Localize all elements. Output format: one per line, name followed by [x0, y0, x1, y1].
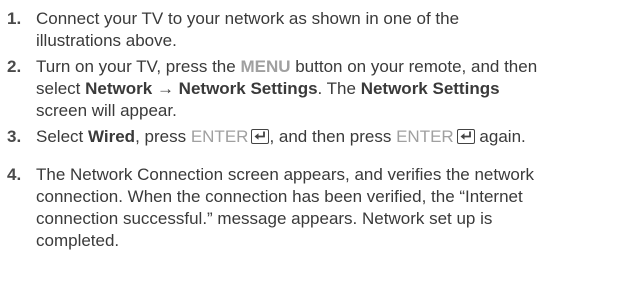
menu-network-settings-label: Network Settings [178, 79, 318, 98]
step-line: Connect your TV to your network as shown… [36, 9, 460, 28]
enter-return-icon [251, 129, 270, 144]
step-text: The Network Connection screen appears, a… [36, 164, 628, 252]
step-line: completed. [36, 231, 120, 250]
step-line: screen will appear. [36, 101, 177, 120]
menu-network-label: Network [85, 79, 153, 98]
step-text: Connect your TV to your network as shown… [36, 8, 628, 52]
menu-button-label: MENU [240, 57, 291, 76]
step-line: connection. When the connection has been… [36, 187, 523, 206]
text-run: , press [135, 127, 191, 146]
step-line: connection successful.” message appears.… [36, 209, 493, 228]
instructions-page: 1. Connect your TV to your network as sh… [0, 0, 630, 282]
enter-return-icon [456, 129, 475, 144]
menu-network-settings-label: Network Settings [360, 79, 500, 98]
text-run: button on your remote, and then [290, 57, 538, 76]
enter-button-label: ENTER [396, 127, 454, 146]
step-line: select Network → Network Settings. The N… [36, 78, 628, 100]
wired-option-label: Wired [87, 127, 136, 146]
step-text: Select Wired, press ENTER, and then pres… [36, 126, 628, 148]
text-run: select [36, 79, 86, 98]
text-run: . The [317, 79, 361, 98]
text-run: , and then press [269, 127, 397, 146]
text-run: again. [474, 127, 526, 146]
enter-button-label: ENTER [190, 127, 249, 146]
step-line: Turn on your TV, press the MENU button o… [36, 56, 628, 78]
arrow-text: → [152, 79, 179, 98]
step-line: illustrations above. [36, 31, 177, 50]
step-line: Select Wired, press ENTER, and then pres… [36, 126, 628, 148]
text-run: Select [36, 127, 88, 146]
step-text: Turn on your TV, press the MENU button o… [36, 56, 628, 122]
step-line: The Network Connection screen appears, a… [36, 165, 534, 184]
step-number: 1. [7, 9, 22, 28]
text-run: Turn on your TV, press the [36, 57, 241, 76]
step-number: 2. [7, 57, 22, 76]
step-number: 3. [7, 127, 22, 146]
step-number: 4. [7, 165, 22, 184]
